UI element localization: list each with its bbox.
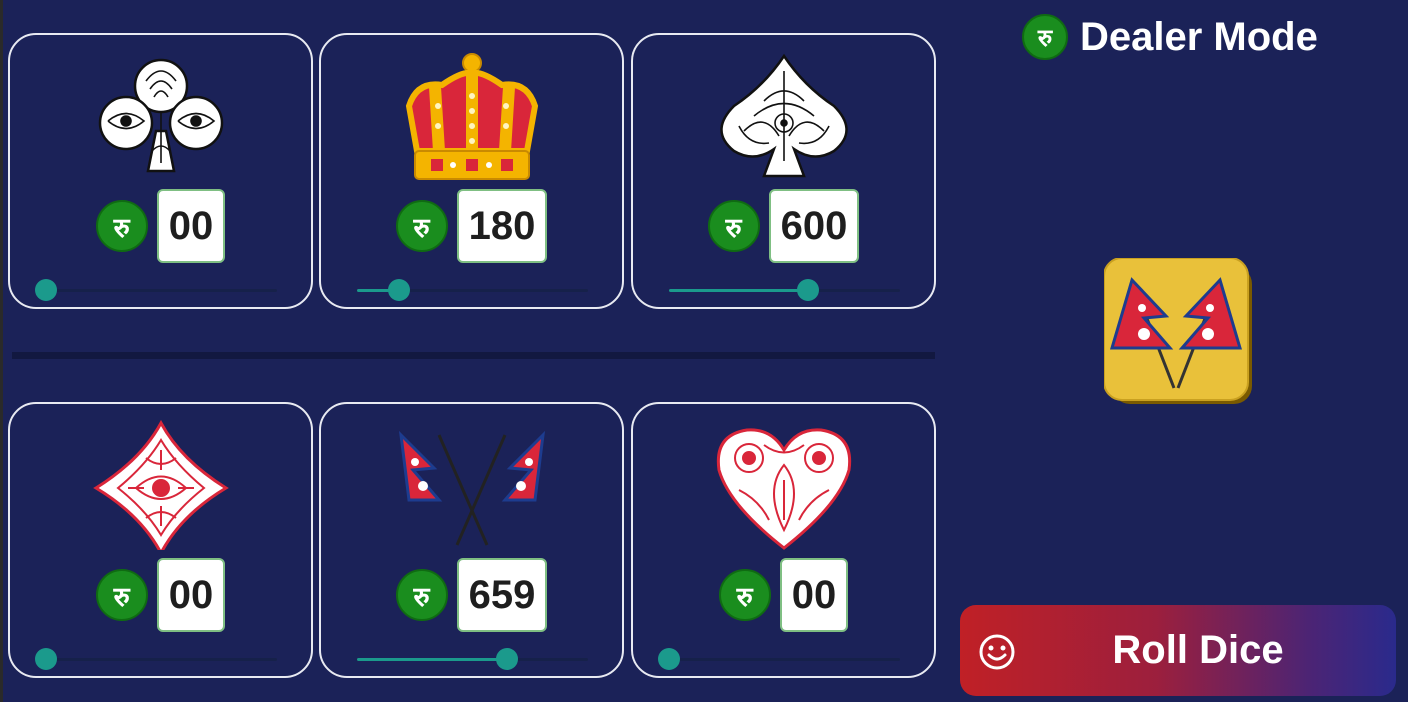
slider-thumb[interactable] bbox=[35, 279, 57, 301]
bet-amount: 00 bbox=[156, 558, 226, 632]
bet-card-flag[interactable]: रु 659 bbox=[319, 402, 624, 678]
spade-icon bbox=[709, 51, 859, 181]
club-icon bbox=[86, 51, 236, 181]
slider-thumb[interactable] bbox=[796, 279, 819, 301]
bet-slider[interactable] bbox=[35, 648, 277, 670]
bet-slider[interactable] bbox=[658, 648, 900, 670]
bet-slider[interactable] bbox=[357, 648, 588, 670]
bet-slider[interactable] bbox=[669, 279, 900, 301]
dealer-mode-label: Dealer Mode bbox=[1080, 14, 1318, 59]
nepal-flag-dice-icon bbox=[1103, 257, 1254, 406]
bet-slider[interactable] bbox=[35, 279, 277, 301]
roll-dice-button[interactable]: Roll Dice bbox=[960, 605, 1396, 696]
bet-card-heart[interactable]: रु 00 bbox=[631, 402, 936, 678]
bet-card-club[interactable]: रु 00 bbox=[8, 33, 313, 309]
left-window-edge bbox=[0, 0, 3, 702]
bet-amount: 00 bbox=[156, 189, 226, 263]
bet-card-crown[interactable]: रु 180 bbox=[319, 33, 624, 309]
slider-thumb[interactable] bbox=[658, 648, 680, 670]
nepal-flag-icon bbox=[397, 420, 547, 550]
rupee-icon: रु bbox=[95, 200, 148, 252]
diamond-icon bbox=[86, 420, 236, 550]
rupee-icon: रु bbox=[707, 200, 760, 252]
bet-amount: 600 bbox=[768, 189, 860, 263]
slider-thumb[interactable] bbox=[387, 279, 410, 301]
rupee-icon: रु bbox=[95, 569, 148, 621]
dealer-mode-indicator: रु Dealer Mode bbox=[1022, 14, 1318, 60]
bet-card-spade[interactable]: रु 600 bbox=[631, 33, 936, 309]
bet-card-diamond[interactable]: रु 00 bbox=[8, 402, 313, 678]
bet-amount: 180 bbox=[456, 189, 548, 263]
bet-slider[interactable] bbox=[357, 279, 588, 301]
rupee-icon: रु bbox=[395, 200, 448, 252]
row-divider bbox=[12, 352, 935, 359]
rupee-icon: रु bbox=[718, 569, 771, 621]
bet-amount: 659 bbox=[456, 558, 548, 632]
slider-thumb[interactable] bbox=[35, 648, 57, 670]
slider-thumb[interactable] bbox=[496, 648, 519, 670]
roll-dice-label: Roll Dice bbox=[1112, 628, 1284, 672]
rupee-icon: रु bbox=[1022, 14, 1068, 60]
crown-icon bbox=[397, 51, 547, 181]
bet-amount: 00 bbox=[779, 558, 849, 632]
heart-icon bbox=[709, 420, 859, 550]
rupee-icon: रु bbox=[395, 569, 448, 621]
